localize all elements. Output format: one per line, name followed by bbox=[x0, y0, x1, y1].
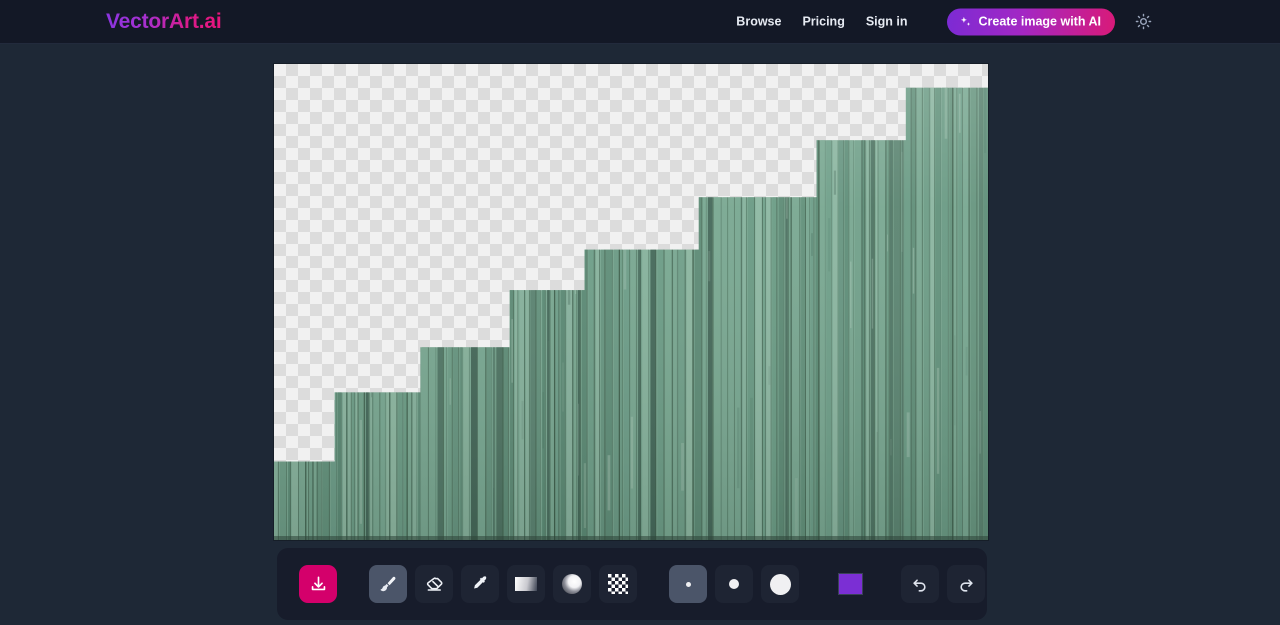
redo-arrow-icon bbox=[956, 574, 976, 594]
eraser-icon bbox=[424, 574, 445, 595]
download-button[interactable] bbox=[299, 565, 337, 603]
theme-toggle-button[interactable] bbox=[1131, 10, 1155, 34]
eyedropper-icon bbox=[470, 574, 491, 595]
tools-group bbox=[369, 565, 637, 603]
color-group bbox=[831, 565, 869, 603]
app-logo[interactable]: VectorArt.ai bbox=[106, 10, 222, 34]
small-dot-icon bbox=[685, 581, 691, 587]
color-swatch-preview bbox=[837, 573, 863, 595]
nav-pricing[interactable]: Pricing bbox=[802, 15, 844, 29]
gradient-icon bbox=[515, 577, 537, 591]
cta-label: Create image with AI bbox=[978, 14, 1102, 29]
app-header: VectorArt.ai Browse Pricing Sign in Crea… bbox=[0, 0, 1280, 44]
shading-tool[interactable] bbox=[553, 565, 591, 603]
image-canvas[interactable] bbox=[274, 64, 988, 540]
editor-toolbar bbox=[277, 548, 987, 620]
redo-button[interactable] bbox=[947, 565, 985, 603]
undo-button[interactable] bbox=[901, 565, 939, 603]
color-swatch[interactable] bbox=[831, 565, 869, 603]
editor-stage bbox=[0, 44, 1280, 625]
brush-size-medium[interactable] bbox=[715, 565, 753, 603]
checkerboard-icon bbox=[608, 574, 628, 594]
medium-dot-icon bbox=[729, 579, 739, 589]
brush-size-group bbox=[669, 565, 799, 603]
brush-tool[interactable] bbox=[369, 565, 407, 603]
download-icon bbox=[309, 575, 328, 594]
reed-staircase-artwork bbox=[274, 87, 988, 540]
main-navigation: Browse Pricing Sign in Create image with… bbox=[736, 8, 1115, 35]
paintbrush-icon bbox=[378, 574, 399, 595]
download-group bbox=[299, 565, 337, 603]
undo-arrow-icon bbox=[910, 574, 930, 594]
eyedropper-tool[interactable] bbox=[461, 565, 499, 603]
nav-browse[interactable]: Browse bbox=[736, 15, 781, 29]
eraser-tool[interactable] bbox=[415, 565, 453, 603]
sun-icon bbox=[1135, 13, 1152, 30]
create-image-with-ai-button[interactable]: Create image with AI bbox=[946, 8, 1115, 35]
brush-size-small[interactable] bbox=[669, 565, 707, 603]
sphere-icon bbox=[562, 574, 582, 594]
nav-sign-in[interactable]: Sign in bbox=[866, 15, 908, 29]
brush-size-large[interactable] bbox=[761, 565, 799, 603]
sparkles-icon bbox=[959, 15, 972, 28]
gradient-tool[interactable] bbox=[507, 565, 545, 603]
history-group bbox=[901, 565, 985, 603]
transparency-tool[interactable] bbox=[599, 565, 637, 603]
large-dot-icon bbox=[769, 573, 791, 595]
